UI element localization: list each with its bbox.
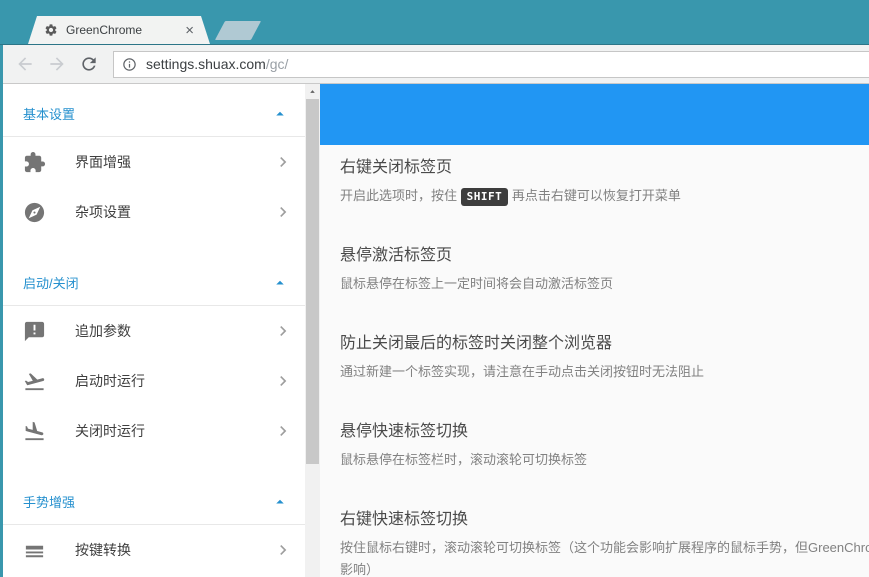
forward-icon[interactable] bbox=[47, 54, 67, 74]
scrollbar-up-button[interactable] bbox=[305, 84, 320, 99]
setting-item-hover-quick-tab-switch[interactable]: 悬停快速标签切换 鼠标悬停在标签栏时，滚动滚轮可切换标签 bbox=[340, 421, 869, 489]
url-host: settings.shuax.com bbox=[146, 56, 266, 72]
sidebar-item-label: 关闭时运行 bbox=[75, 421, 273, 441]
sidebar-item-label: 杂项设置 bbox=[75, 202, 273, 222]
sidebar-scrollbar[interactable] bbox=[305, 84, 320, 577]
setting-title: 右键快速标签切换 bbox=[340, 509, 869, 531]
content-header-band bbox=[320, 84, 869, 145]
setting-title: 悬停快速标签切换 bbox=[340, 421, 869, 443]
address-bar[interactable]: settings.shuax.com/gc/ bbox=[113, 51, 869, 78]
setting-description: 通过新建一个标签实现，请注意在手动点击关闭按钮时无法阻止 bbox=[340, 361, 869, 383]
sidebar-item-run-on-close[interactable]: 关闭时运行 bbox=[3, 406, 305, 456]
browser-toolbar: settings.shuax.com/gc/ bbox=[3, 45, 869, 84]
scrollbar-thumb[interactable] bbox=[306, 99, 319, 464]
group-label: 启动/关闭 bbox=[23, 273, 79, 292]
setting-title: 右键关闭标签页 bbox=[340, 157, 869, 179]
setting-description: 鼠标悬停在标签栏时，滚动滚轮可切换标签 bbox=[340, 449, 869, 471]
chevron-right-icon bbox=[273, 421, 293, 441]
setting-description: 开启此选项时，按住 SHIFT 再点击右键可以恢复打开菜单 bbox=[340, 185, 869, 208]
sidebar-item-key-conversion[interactable]: 按键转换 bbox=[3, 525, 305, 575]
compass-icon bbox=[23, 201, 46, 224]
setting-title: 防止关闭最后的标签时关闭整个浏览器 bbox=[340, 333, 869, 355]
collapse-up-icon bbox=[271, 105, 289, 123]
shift-key-badge: SHIFT bbox=[461, 188, 509, 206]
sidebar-item-label: 界面增强 bbox=[75, 152, 273, 172]
setting-item-hover-activate-tab[interactable]: 悬停激活标签页 鼠标悬停在标签上一定时间将会自动激活标签页 bbox=[340, 245, 869, 313]
setting-description: 按住鼠标右键时，滚动滚轮可切换标签（这个功能会影响扩展程序的鼠标手势，但Gree… bbox=[340, 537, 869, 577]
chevron-right-icon bbox=[273, 202, 293, 222]
tab-title: GreenChrome bbox=[66, 23, 183, 37]
browser-titlebar: GreenChrome × bbox=[0, 0, 869, 45]
sidebar-group-header-startup-shutdown[interactable]: 启动/关闭 bbox=[3, 253, 305, 306]
reload-icon[interactable] bbox=[79, 54, 99, 74]
reorder-icon bbox=[23, 539, 46, 562]
chevron-right-icon bbox=[273, 371, 293, 391]
scroll-up-icon bbox=[307, 86, 318, 97]
setting-item-right-click-quick-tab-switch[interactable]: 右键快速标签切换 按住鼠标右键时，滚动滚轮可切换标签（这个功能会影响扩展程序的鼠… bbox=[340, 509, 869, 577]
announcement-icon bbox=[23, 320, 46, 343]
chevron-right-icon bbox=[273, 321, 293, 341]
settings-sidebar: 基本设置 界面增强 杂项设置 bbox=[3, 84, 305, 577]
back-icon[interactable] bbox=[15, 54, 35, 74]
collapse-up-icon bbox=[271, 274, 289, 292]
group-label: 基本设置 bbox=[23, 104, 75, 123]
tab-close-icon[interactable]: × bbox=[183, 23, 196, 38]
setting-item-right-click-close-tab[interactable]: 右键关闭标签页 开启此选项时，按住 SHIFT 再点击右键可以恢复打开菜单 bbox=[340, 157, 869, 225]
settings-content: 右键关闭标签页 开启此选项时，按住 SHIFT 再点击右键可以恢复打开菜单 悬停… bbox=[320, 84, 869, 577]
sidebar-item-interface-enhancement[interactable]: 界面增强 bbox=[3, 137, 305, 187]
url-path: /gc/ bbox=[266, 56, 289, 72]
setting-title: 悬停激活标签页 bbox=[340, 245, 869, 267]
browser-tab[interactable]: GreenChrome × bbox=[28, 16, 210, 44]
sidebar-item-run-on-startup[interactable]: 启动时运行 bbox=[3, 356, 305, 406]
sidebar-item-label: 按键转换 bbox=[75, 540, 273, 560]
desc-text: 再点击右键可以恢复打开菜单 bbox=[508, 188, 681, 203]
sidebar-item-append-params[interactable]: 追加参数 bbox=[3, 306, 305, 356]
sidebar-group-header-gesture-enhancement[interactable]: 手势增强 bbox=[3, 472, 305, 525]
new-tab-button[interactable] bbox=[215, 21, 261, 40]
puzzle-icon bbox=[23, 151, 46, 174]
sidebar-group-header-basic-settings[interactable]: 基本设置 bbox=[3, 84, 305, 137]
chevron-right-icon bbox=[273, 540, 293, 560]
gear-favicon-icon bbox=[44, 23, 58, 37]
desc-text: 开启此选项时，按住 bbox=[340, 188, 461, 203]
flight-takeoff-icon bbox=[23, 370, 46, 393]
sidebar-item-misc-settings[interactable]: 杂项设置 bbox=[3, 187, 305, 237]
sidebar-group-startup-shutdown: 启动/关闭 追加参数 启动时运行 bbox=[3, 253, 305, 456]
group-label: 手势增强 bbox=[23, 492, 75, 511]
page-info-icon[interactable] bbox=[122, 57, 137, 72]
setting-description: 鼠标悬停在标签上一定时间将会自动激活标签页 bbox=[340, 273, 869, 295]
collapse-up-icon bbox=[271, 493, 289, 511]
sidebar-item-label: 启动时运行 bbox=[75, 371, 273, 391]
flight-land-icon bbox=[23, 420, 46, 443]
sidebar-item-label: 追加参数 bbox=[75, 321, 273, 341]
chevron-right-icon bbox=[273, 152, 293, 172]
sidebar-group-gesture-enhancement: 手势增强 按键转换 bbox=[3, 472, 305, 575]
setting-item-prevent-close-last-tab[interactable]: 防止关闭最后的标签时关闭整个浏览器 通过新建一个标签实现，请注意在手动点击关闭按… bbox=[340, 333, 869, 401]
sidebar-group-basic-settings: 基本设置 界面增强 杂项设置 bbox=[3, 84, 305, 237]
